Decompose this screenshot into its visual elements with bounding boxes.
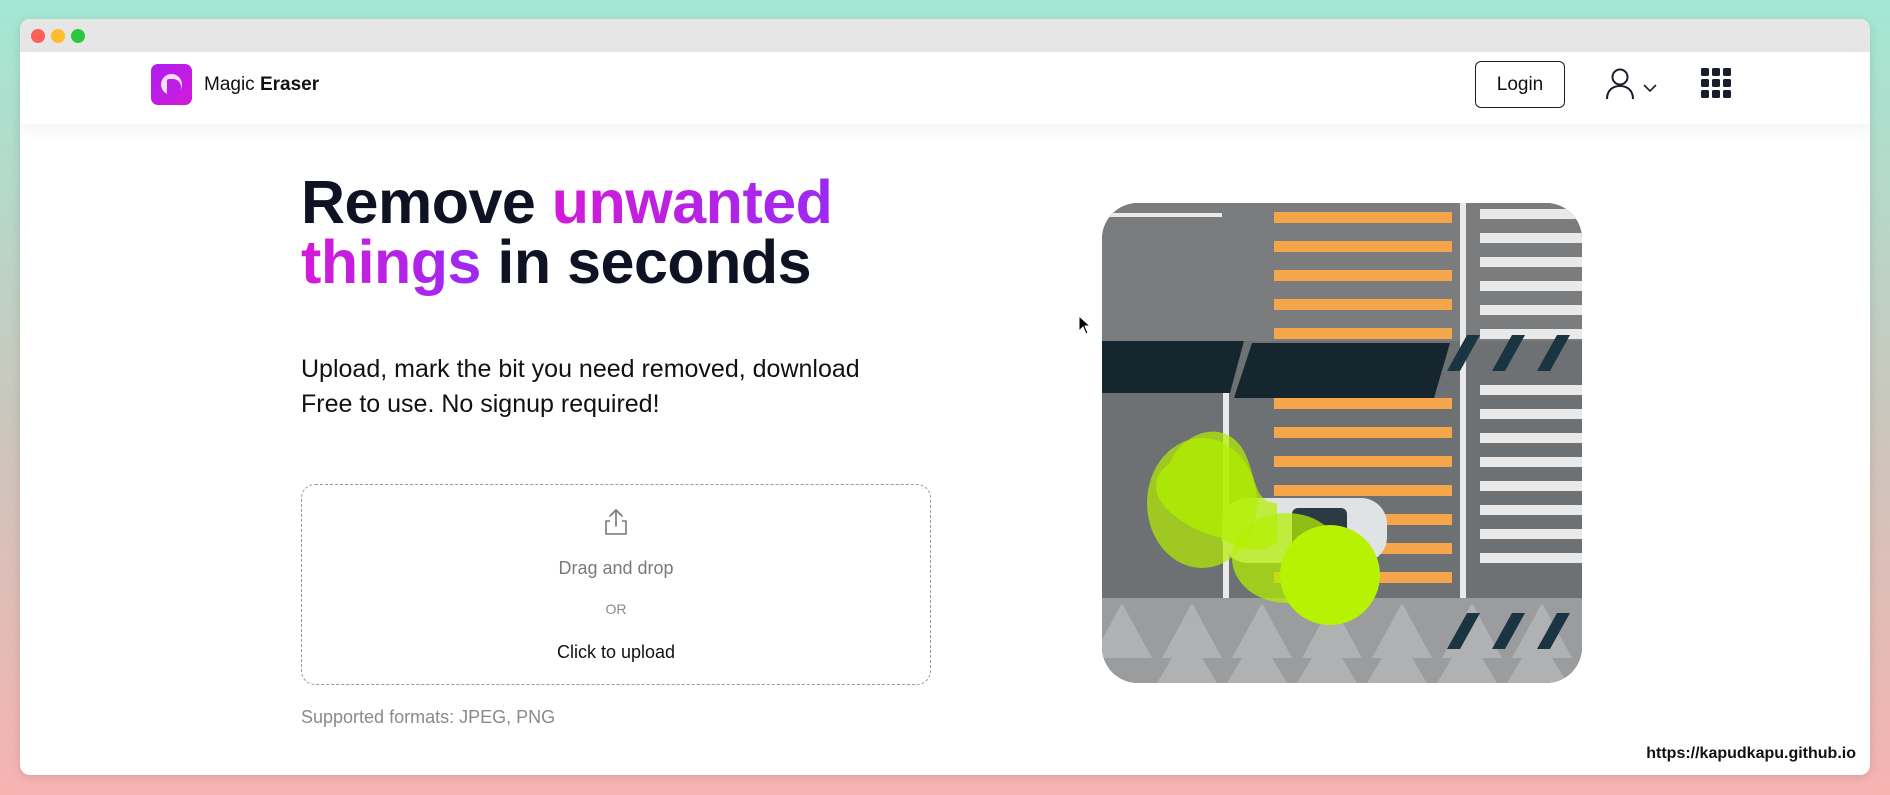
subtitle-line-2: Free to use. No signup required! <box>301 390 660 418</box>
apps-grid-icon[interactable] <box>1699 66 1733 100</box>
crosswalk-car-illustration <box>1102 203 1582 683</box>
drag-drop-label: Drag and drop <box>558 558 674 578</box>
chevron-down-icon[interactable] <box>1642 82 1658 94</box>
headline-accent-2: things <box>301 228 481 296</box>
top-navbar: Magic Eraser Login <box>20 52 1870 124</box>
logo-icon <box>151 64 192 105</box>
maximize-window-button[interactable] <box>71 29 85 43</box>
brand-logo[interactable]: Magic Eraser <box>151 64 319 105</box>
or-separator: OR <box>605 601 627 617</box>
hero-subtitle: Upload, mark the bit you need removed, d… <box>301 352 981 422</box>
headline-text-2: in seconds <box>480 228 812 296</box>
browser-window: Magic Eraser Login Remove unwanted things… <box>20 19 1870 775</box>
window-titlebar <box>20 19 1870 52</box>
headline-accent-1: unwanted <box>551 168 833 236</box>
minimize-window-button[interactable] <box>51 29 65 43</box>
demo-image <box>1102 203 1582 683</box>
headline-text-1: Remove <box>301 168 552 236</box>
close-window-button[interactable] <box>31 29 45 43</box>
hero-headline: Remove unwanted things in seconds <box>301 172 941 293</box>
upload-icon <box>605 509 627 535</box>
upload-dropzone[interactable]: Drag and drop OR Click to upload <box>301 484 931 685</box>
source-watermark: https://kapudkapu.github.io <box>1646 745 1856 762</box>
login-button[interactable]: Login <box>1475 61 1565 108</box>
supported-formats: Supported formats: JPEG, PNG <box>301 707 556 727</box>
user-icon[interactable] <box>1604 66 1636 102</box>
mouse-cursor-icon <box>1078 315 1092 335</box>
subtitle-line-1: Upload, mark the bit you need removed, d… <box>301 355 860 383</box>
brand-name: Magic Eraser <box>204 73 320 95</box>
click-to-upload[interactable]: Click to upload <box>302 642 930 663</box>
